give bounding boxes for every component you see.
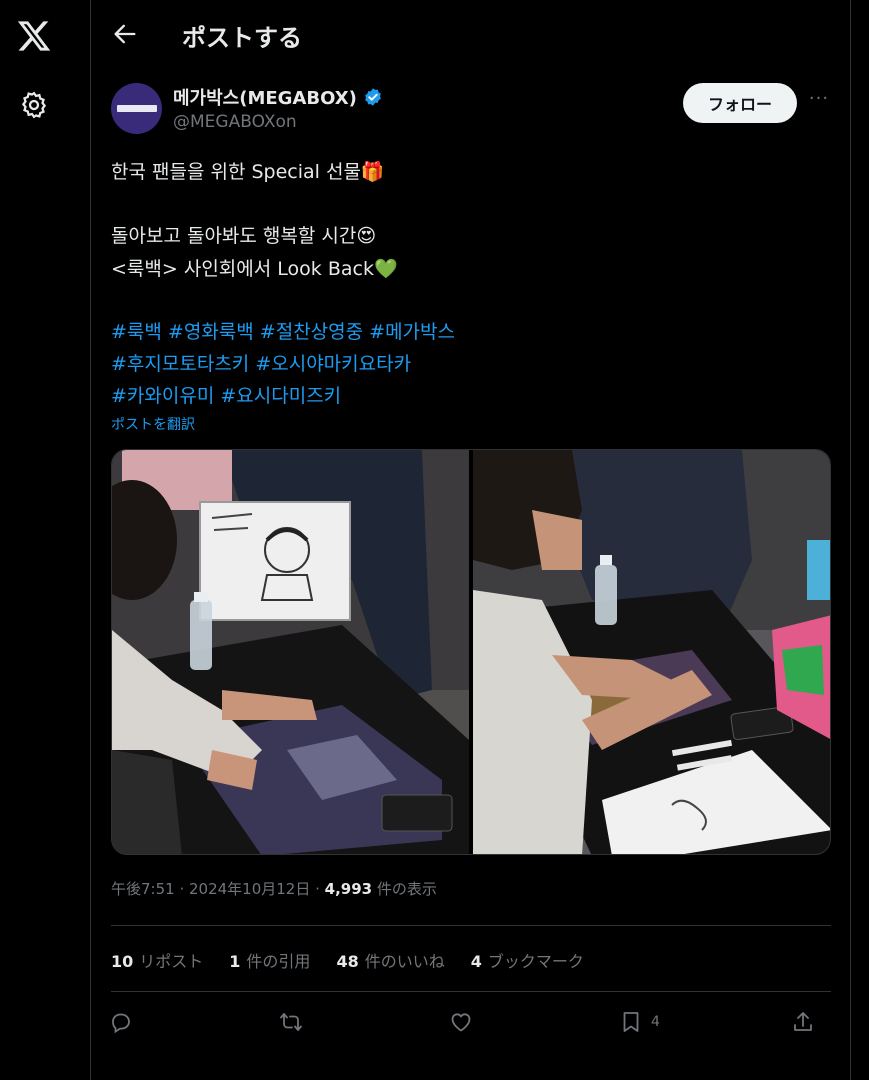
x-logo-icon[interactable] <box>16 18 52 54</box>
quotes-label: 件の引用 <box>246 952 311 971</box>
reply-icon <box>112 1013 130 1034</box>
post-meta: 午後7:51 · 2024年10月12日 · 4,993 件の表示 <box>111 878 437 899</box>
likes-label: 件のいいね <box>364 952 445 971</box>
hashtag-line[interactable]: #카와이유미 #요시다미즈키 <box>111 381 341 408</box>
meta-separator: · <box>174 880 189 898</box>
likes-count: 48 <box>336 952 359 971</box>
share-button[interactable] <box>791 1006 815 1038</box>
repost-button[interactable] <box>279 1006 303 1038</box>
translate-post-link[interactable]: ポストを翻訳 <box>111 414 195 434</box>
photo-right[interactable] <box>473 450 831 855</box>
bookmarks-count: 4 <box>470 952 482 971</box>
verified-badge-icon <box>365 88 381 106</box>
like-button[interactable] <box>449 1006 473 1038</box>
hashtag-line[interactable]: #룩백 #영화룩백 #절찬상영중 #메가박스 <box>111 317 455 344</box>
hashtag-line[interactable]: #후지모토타츠키 #오시야마키요타카 <box>111 349 411 376</box>
reposts-stat[interactable]: 10 リポスト <box>111 948 203 972</box>
follow-button[interactable]: フォロー <box>683 83 797 123</box>
action-bar: 4 <box>111 1006 831 1038</box>
reposts-count: 10 <box>111 952 134 971</box>
bookmark-count: 4 <box>651 1014 660 1030</box>
bookmark-icon <box>623 1012 639 1032</box>
meta-separator: · <box>310 880 325 898</box>
post-text-line: 돌아보고 돌아봐도 행복할 시간😍 <box>111 225 377 247</box>
author-name-row[interactable]: 메가박스(MEGABOX) <box>173 84 383 110</box>
gear-icon[interactable] <box>19 90 49 120</box>
divider <box>111 991 831 992</box>
bookmark-button[interactable]: 4 <box>619 1006 660 1038</box>
quotes-stat[interactable]: 1 件の引用 <box>229 948 310 972</box>
quotes-count: 1 <box>229 952 241 971</box>
engagement-stats: 10 リポスト 1 件の引用 48 件のいいね 4 ブックマーク <box>111 948 584 972</box>
reply-button[interactable] <box>109 1006 133 1038</box>
left-nav-rail <box>0 0 91 1080</box>
author-name[interactable]: 메가박스(MEGABOX) <box>173 84 357 110</box>
reposts-label: リポスト <box>139 952 204 971</box>
repost-icon <box>280 1013 302 1031</box>
share-icon <box>794 1012 812 1031</box>
more-options-icon[interactable]: ··· <box>807 88 831 116</box>
post-media[interactable] <box>111 449 831 855</box>
author-handle[interactable]: @MEGABOXon <box>173 112 297 132</box>
photo-left[interactable] <box>112 450 469 855</box>
post-detail-column: ポストする 메가박스(MEGABOX) @MEGABOXon フォロー ··· … <box>91 0 851 1080</box>
divider <box>111 925 831 926</box>
media-photos <box>112 450 831 855</box>
post-text-line: 한국 팬들을 위한 Special 선물🎁 <box>111 161 385 183</box>
page-title: ポストする <box>182 24 302 52</box>
post-text-line: <룩백> 사인회에서 Look Back💚 <box>111 258 398 280</box>
post-date[interactable]: 2024年10月12日 <box>189 880 310 898</box>
likes-stat[interactable]: 48 件のいいね <box>336 948 444 972</box>
bookmarks-label: ブックマーク <box>487 952 584 971</box>
arrow-left-icon[interactable] <box>111 20 139 48</box>
post-time[interactable]: 午後7:51 <box>111 880 175 898</box>
heart-icon <box>451 1013 471 1032</box>
bookmarks-stat[interactable]: 4 ブックマーク <box>471 948 584 972</box>
views-label: 件の表示 <box>376 880 437 898</box>
avatar[interactable] <box>111 83 162 134</box>
views-count: 4,993 <box>324 880 373 898</box>
